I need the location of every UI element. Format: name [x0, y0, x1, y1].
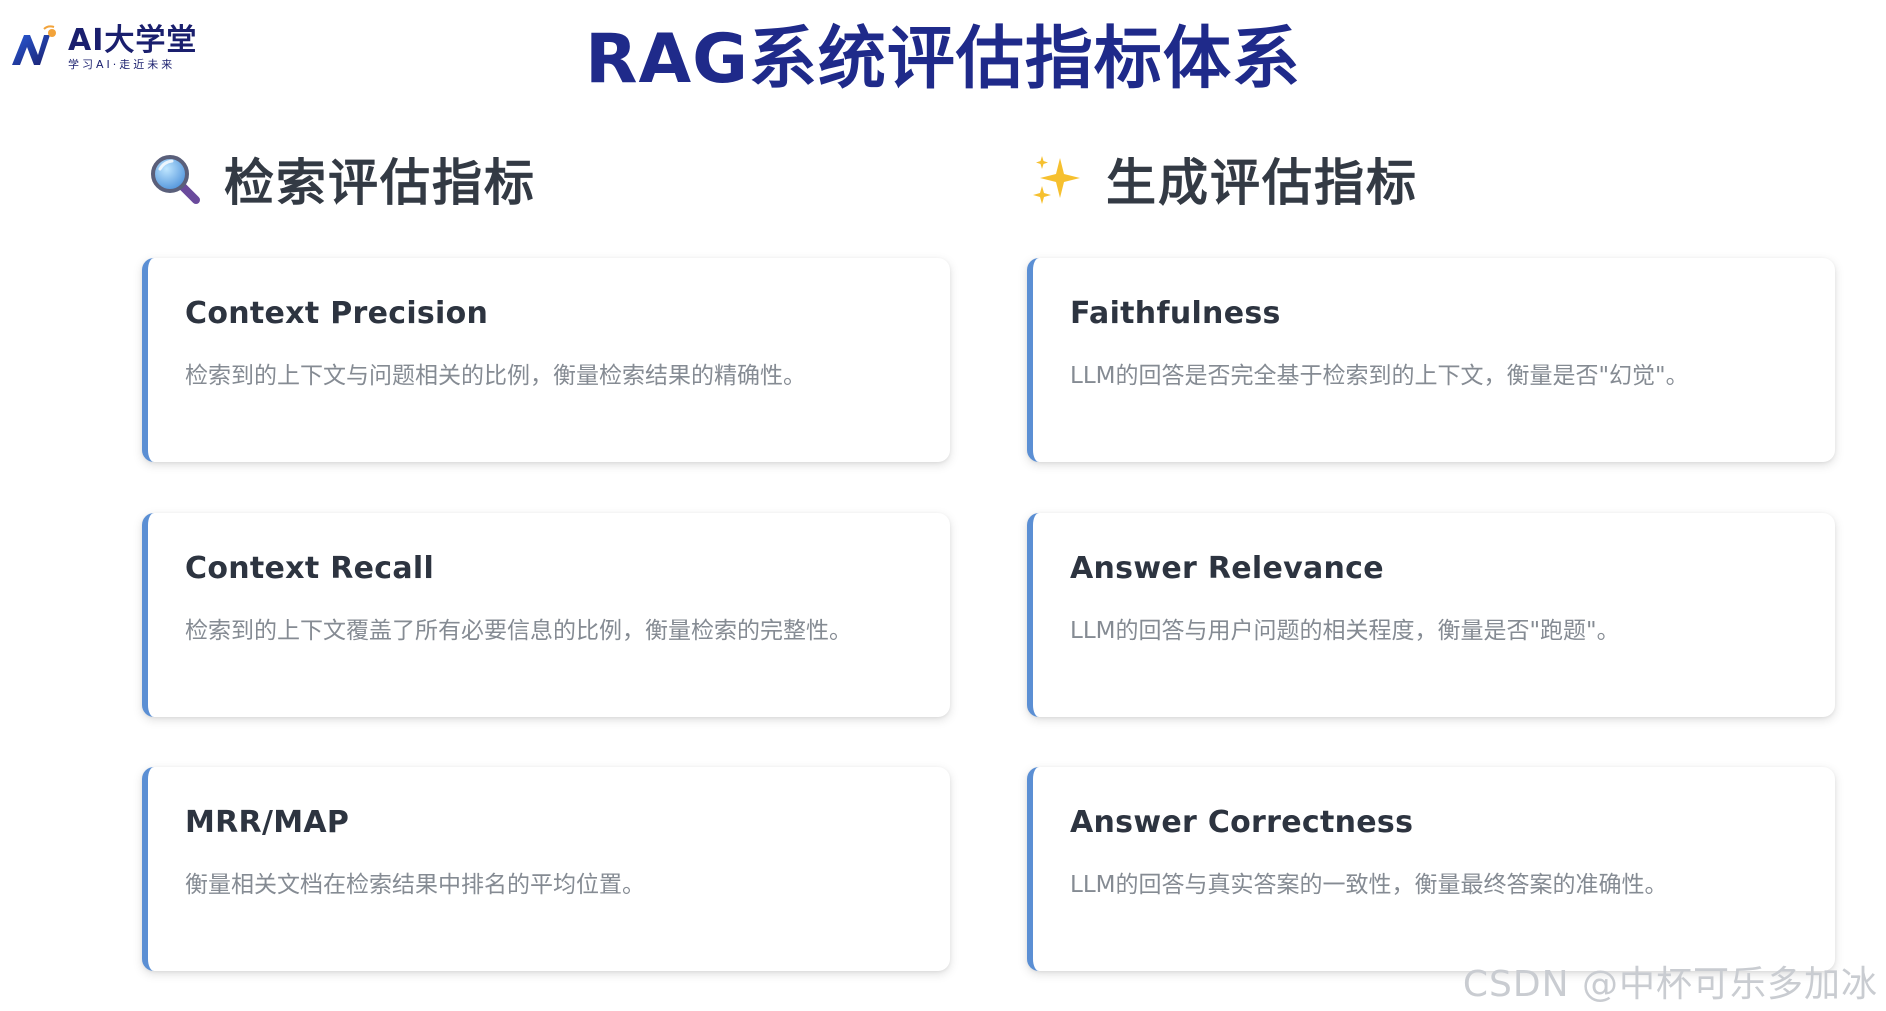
card-title: Context Recall [185, 551, 435, 586]
card-description: 衡量相关文档在检索结果中排名的平均位置。 [185, 872, 645, 898]
card-description: LLM的回答与用户问题的相关程度，衡量是否"跑题"。 [1070, 618, 1620, 644]
metric-card-faithfulness: Faithfulness LLM的回答是否完全基于检索到的上下文，衡量是否"幻觉… [1027, 258, 1835, 462]
metric-card-answer-relevance: Answer Relevance LLM的回答与用户问题的相关程度，衡量是否"跑… [1027, 513, 1835, 717]
card-description: 检索到的上下文覆盖了所有必要信息的比例，衡量检索的完整性。 [185, 618, 852, 644]
card-description: LLM的回答与真实答案的一致性，衡量最终答案的准确性。 [1070, 872, 1668, 898]
card-title: MRR/MAP [185, 805, 350, 840]
card-title: Context Precision [185, 296, 489, 331]
card-title: Answer Correctness [1070, 805, 1414, 840]
watermark: CSDN @中杯可乐多加冰 [1462, 964, 1878, 1005]
magnifying-glass-icon [148, 152, 202, 206]
section-title-retrieval: 检索评估指标 [224, 154, 536, 212]
page-title: RAG系统评估指标体系 [585, 20, 1301, 99]
card-description: LLM的回答是否完全基于检索到的上下文，衡量是否"幻觉"。 [1070, 363, 1689, 389]
card-title: Answer Relevance [1070, 551, 1384, 586]
metric-card-context-recall: Context Recall 检索到的上下文覆盖了所有必要信息的比例，衡量检索的… [142, 513, 950, 717]
section-title-generation: 生成评估指标 [1106, 154, 1418, 212]
metric-card-answer-correctness: Answer Correctness LLM的回答与真实答案的一致性，衡量最终答… [1027, 767, 1835, 971]
slide: AI大学堂 学习AI·走近未来 RAG系统评估指标体系 检索评估指标 生成评估指… [0, 0, 1886, 1011]
section-header-generation: 生成评估指标 [1030, 146, 1418, 212]
card-title: Faithfulness [1070, 296, 1281, 331]
sparkles-icon [1030, 152, 1084, 206]
metric-card-mrr-map: MRR/MAP 衡量相关文档在检索结果中排名的平均位置。 [142, 767, 950, 971]
section-header-retrieval: 检索评估指标 [148, 146, 536, 212]
card-description: 检索到的上下文与问题相关的比例，衡量检索结果的精确性。 [185, 363, 806, 389]
metric-card-context-precision: Context Precision 检索到的上下文与问题相关的比例，衡量检索结果… [142, 258, 950, 462]
